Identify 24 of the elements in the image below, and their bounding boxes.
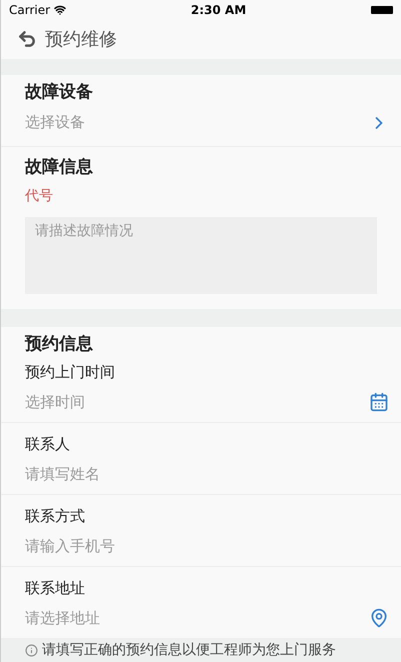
input-field[interactable]: 请输入手机号 <box>25 534 377 557</box>
device-select-field[interactable]: 选择设备 <box>25 111 369 134</box>
field-label: 联系地址 <box>25 578 86 599</box>
page-title: 预约维修 <box>45 28 117 52</box>
field-label: 预约上门时间 <box>25 362 116 383</box>
calendar-icon[interactable] <box>369 392 389 412</box>
input-field[interactable]: 选择时间 <box>25 390 369 413</box>
status-time: 2:30 AM <box>190 2 246 19</box>
section-title: 故障设备 <box>25 80 94 104</box>
location-pin-icon[interactable] <box>369 608 389 628</box>
input-field[interactable]: 请填写姓名 <box>25 462 377 485</box>
notice-text: 请填写正确的预约信息以便工程师为您上门服务 <box>42 641 336 660</box>
input-field[interactable]: 请选择地址 <box>25 606 369 629</box>
code-label: 代号 <box>25 187 54 206</box>
section-title: 故障信息 <box>25 156 94 179</box>
battery-icon <box>371 6 393 14</box>
back-button[interactable] <box>17 29 37 50</box>
field-label: 联系人 <box>25 434 71 455</box>
section-title: 预约信息 <box>25 332 94 356</box>
fault-description-field[interactable]: 请描述故障情况 <box>25 217 377 294</box>
carrier-label: Carrier <box>9 2 50 19</box>
field-label: 联系方式 <box>25 506 86 527</box>
wifi-icon <box>54 4 66 16</box>
info-icon <box>25 644 38 657</box>
